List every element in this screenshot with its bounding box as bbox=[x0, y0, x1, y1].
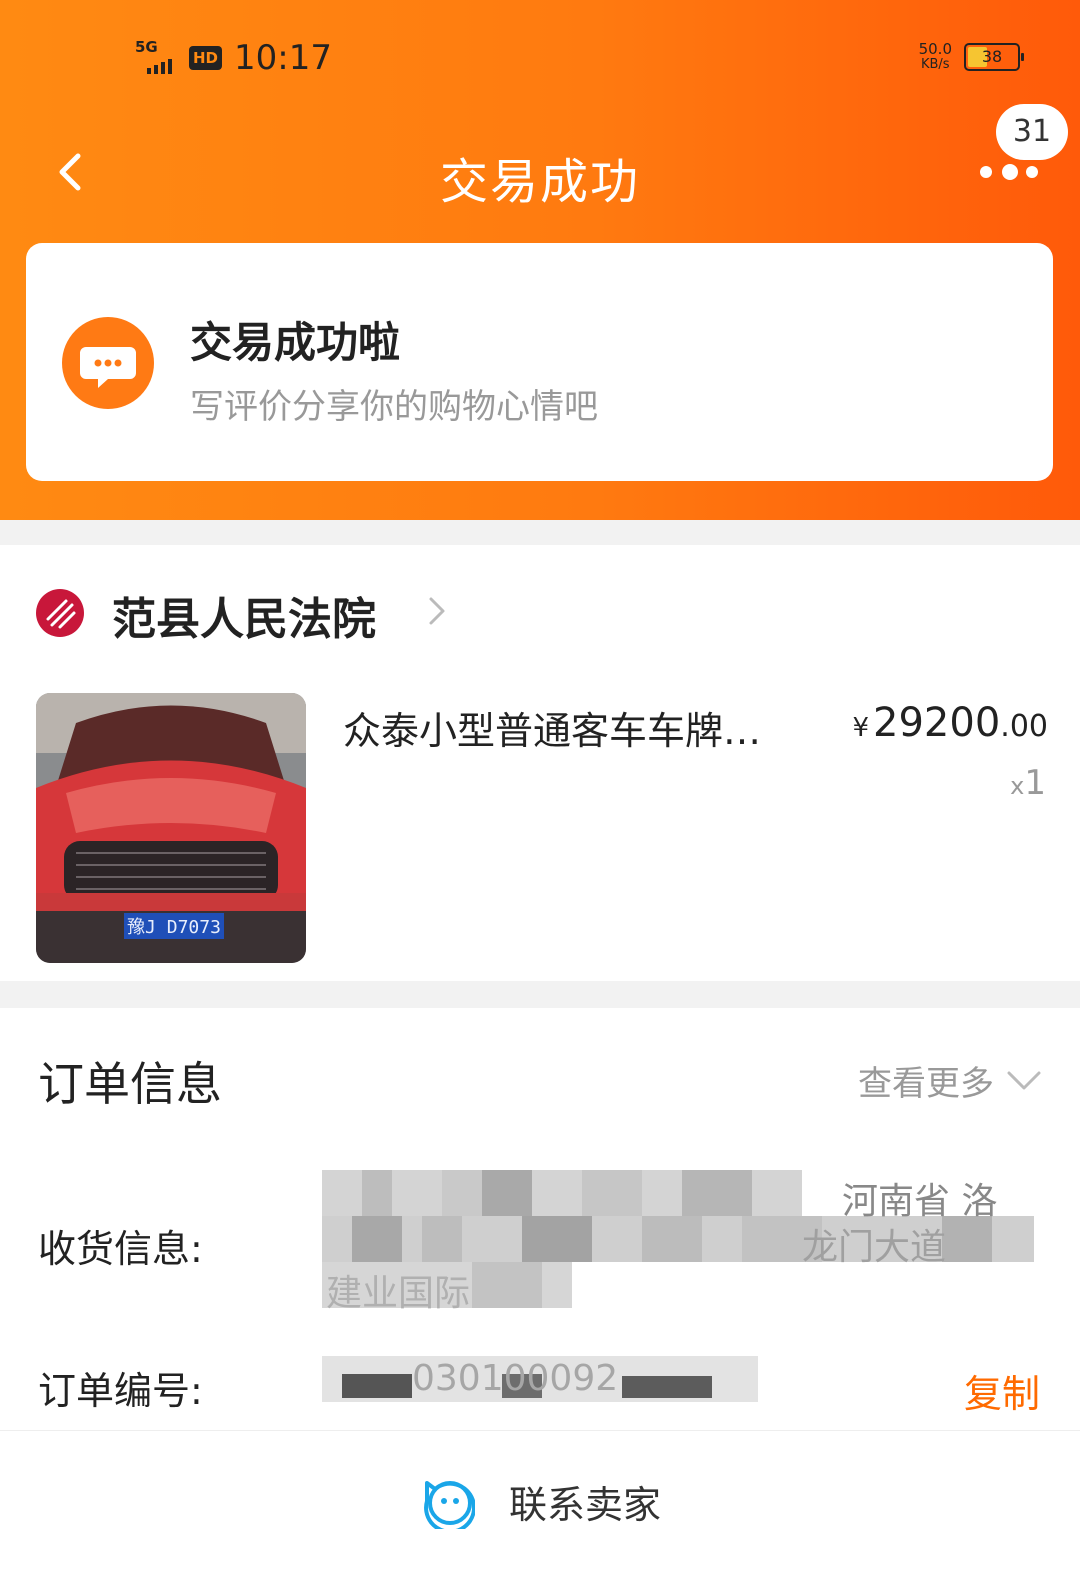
product-price: ¥29200.00 bbox=[852, 700, 1048, 746]
order-number-label: 订单编号: bbox=[38, 1369, 203, 1413]
contact-seller-icon bbox=[424, 1481, 475, 1529]
bottom-bar: 联系卖家 bbox=[0, 1430, 1080, 1570]
clock: 10:17 bbox=[234, 38, 332, 78]
product-title[interactable]: 众泰小型普通客车车牌… bbox=[343, 700, 813, 755]
shipping-text-1: 河南省 洛 bbox=[842, 1181, 998, 1222]
chevron-right-icon[interactable] bbox=[425, 593, 449, 629]
contact-seller-button[interactable]: 联系卖家 bbox=[0, 1473, 1080, 1529]
license-plate: 豫J D7073 bbox=[127, 917, 221, 938]
shipping-label: 收货信息: bbox=[38, 1227, 203, 1271]
product-quantity: x1 bbox=[1010, 763, 1046, 803]
shop-name[interactable]: 范县人民法院 bbox=[112, 583, 376, 647]
shipping-address-redacted: 河南省 洛 龙门大道 建业国际 bbox=[322, 1170, 1034, 1310]
battery-icon: 38 bbox=[964, 43, 1024, 71]
success-title: 交易成功啦 bbox=[190, 318, 401, 367]
more-dots-icon[interactable] bbox=[980, 160, 1040, 180]
order-info-section: 订单信息 查看更多 收货信息: 河南省 洛 龙门大道 建业国际 订单编号: 03… bbox=[0, 1008, 1080, 1430]
product-section: 范县人民法院 豫J D7073 众泰小型普通客车车牌… ¥29200.00 x1 bbox=[0, 545, 1080, 981]
success-subtitle: 写评价分享你的购物心情吧 bbox=[190, 387, 598, 427]
nav-bar: 交易成功 bbox=[0, 120, 1080, 230]
success-card[interactable]: 交易成功啦 写评价分享你的购物心情吧 bbox=[26, 243, 1053, 481]
shipping-text-2: 龙门大道 bbox=[802, 1227, 947, 1268]
page-title: 交易成功 bbox=[439, 154, 640, 210]
copy-button[interactable]: 复制 bbox=[964, 1363, 1040, 1418]
contact-seller-label: 联系卖家 bbox=[508, 1482, 661, 1527]
signal-icon: 5G bbox=[135, 40, 179, 76]
battery-level: 38 bbox=[981, 47, 1003, 66]
status-bar: 5G HD 10:17 50.0 KB/s 38 bbox=[135, 38, 1024, 82]
network-speed: 50.0 KB/s bbox=[918, 40, 952, 73]
hd-icon: HD bbox=[189, 46, 223, 70]
header: 5G HD 10:17 50.0 KB/s 38 交易成功 31 交易成功啦 写… bbox=[0, 0, 1080, 520]
shipping-text-3: 建业国际 bbox=[326, 1273, 471, 1310]
court-logo-icon bbox=[36, 589, 84, 637]
product-image[interactable]: 豫J D7073 bbox=[36, 693, 306, 963]
order-number-text: 030100092 bbox=[412, 1358, 619, 1399]
chevron-down-icon bbox=[1007, 1071, 1041, 1089]
chat-bubble-icon bbox=[62, 317, 154, 409]
notification-badge[interactable]: 31 bbox=[996, 104, 1068, 160]
order-number-redacted: 030100092 bbox=[322, 1356, 758, 1402]
view-more-button[interactable]: 查看更多 bbox=[858, 1056, 1042, 1105]
network-type: 5G bbox=[135, 38, 158, 56]
order-info-title: 订单信息 bbox=[38, 1057, 222, 1111]
